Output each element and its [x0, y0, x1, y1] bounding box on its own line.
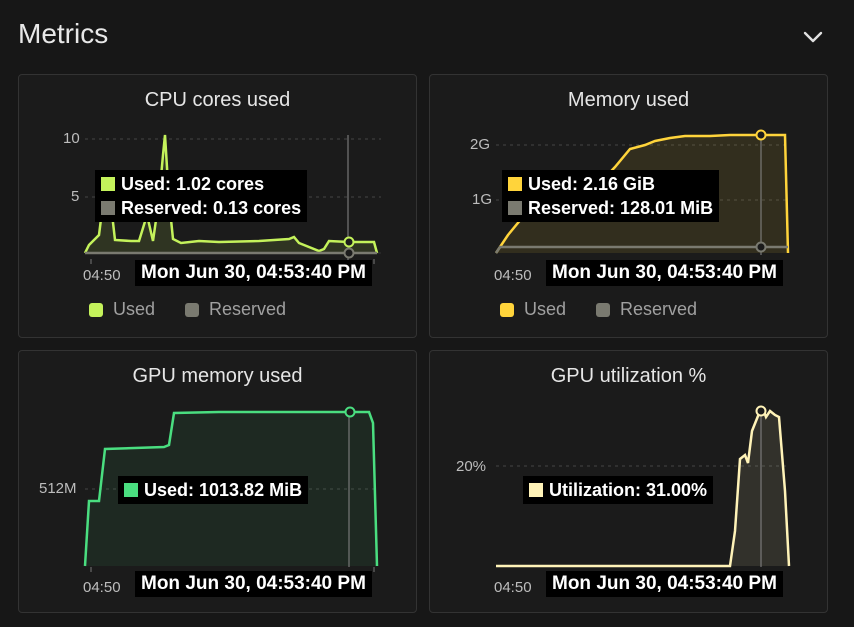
- hover-point-used: [755, 129, 767, 141]
- y-tick: 512M: [39, 480, 77, 497]
- x-tick: 04:50: [494, 267, 532, 284]
- memory-card: Memory used 2G 1G 04:50 Used: 2.16 GiB R…: [429, 74, 828, 338]
- legend-item-used[interactable]: Used: [89, 299, 155, 320]
- gpu-utilization-card: GPU utilization % 20% 04:50 Utilization:…: [429, 350, 828, 613]
- x-tick: 04:50: [83, 579, 121, 596]
- used-swatch: [508, 177, 522, 191]
- legend-item-used[interactable]: Used: [500, 299, 566, 320]
- y-tick: 2G: [470, 136, 491, 153]
- used-swatch: [529, 483, 543, 497]
- y-tick: 5: [71, 188, 80, 205]
- tooltip-used: Used: 2.16 GiB: [528, 174, 656, 194]
- reserved-swatch: [596, 302, 611, 317]
- tooltip-used: Utilization: 31.00%: [549, 480, 708, 500]
- hover-timestamp: Mon Jun 30, 04:53:40 PM: [135, 260, 372, 286]
- used-swatch: [500, 302, 514, 317]
- used-swatch: [101, 177, 115, 191]
- tooltip: Utilization: 31.00%: [523, 476, 714, 504]
- x-tick: 04:50: [494, 579, 532, 596]
- hover-point-used: [755, 405, 767, 417]
- y-tick: 20%: [456, 458, 487, 475]
- hover-point-used: [343, 236, 355, 248]
- chevron-down-icon[interactable]: [800, 24, 826, 50]
- hover-timestamp: Mon Jun 30, 04:53:40 PM: [135, 571, 372, 597]
- hover-timestamp: Mon Jun 30, 04:53:40 PM: [546, 571, 783, 597]
- reserved-swatch: [185, 302, 200, 317]
- tooltip: Used: 1.02 cores Reserved: 0.13 cores: [95, 170, 308, 222]
- y-tick: 10: [63, 130, 80, 147]
- legend-item-reserved[interactable]: Reserved: [185, 299, 286, 320]
- x-tick: 04:50: [83, 267, 121, 284]
- hover-point-used: [344, 406, 356, 418]
- legend-item-reserved[interactable]: Reserved: [596, 299, 697, 320]
- cpu-cores-card: CPU cores used 10 5 04:50 Used: 1.02 cor…: [18, 74, 417, 338]
- legend-label: Reserved: [620, 299, 698, 319]
- tooltip-reserved: Reserved: 0.13 cores: [121, 198, 302, 218]
- section-title: Metrics: [18, 18, 109, 49]
- used-swatch: [124, 483, 138, 497]
- y-tick: 1G: [472, 191, 493, 208]
- used-swatch: [89, 302, 103, 317]
- reserved-swatch: [101, 201, 115, 215]
- legend-label: Used: [113, 299, 156, 319]
- hover-point-reserved: [343, 247, 355, 259]
- tooltip: Used: 2.16 GiB Reserved: 128.01 MiB: [502, 170, 720, 222]
- legend-label: Used: [524, 299, 567, 319]
- tooltip-used: Used: 1.02 cores: [121, 174, 265, 194]
- gpu-memory-card: GPU memory used 512M 04:50 Used: 1013.82…: [18, 350, 417, 613]
- tooltip-reserved: Reserved: 128.01 MiB: [528, 198, 714, 218]
- tooltip: Used: 1013.82 MiB: [118, 476, 309, 504]
- legend: Used Reserved: [89, 299, 286, 320]
- hover-point-reserved: [755, 241, 767, 253]
- reserved-swatch: [508, 201, 522, 215]
- hover-timestamp: Mon Jun 30, 04:53:40 PM: [546, 260, 783, 286]
- legend: Used Reserved: [500, 299, 697, 320]
- tooltip-used: Used: 1013.82 MiB: [144, 480, 303, 500]
- legend-label: Reserved: [209, 299, 287, 319]
